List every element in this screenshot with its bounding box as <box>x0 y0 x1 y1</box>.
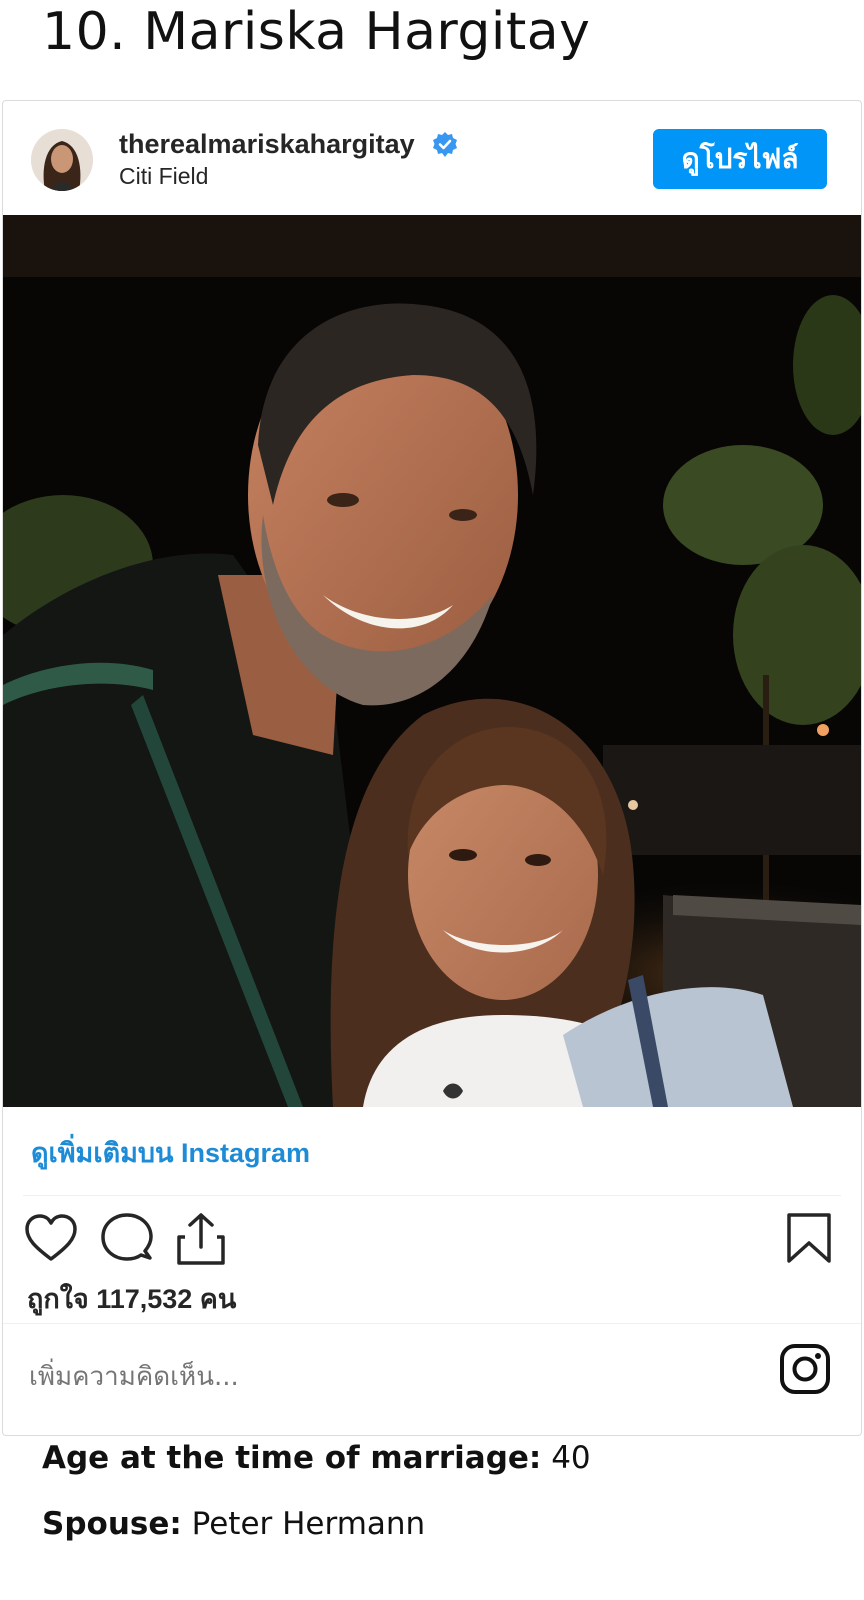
bookmark-icon[interactable] <box>781 1211 837 1267</box>
marriage-age-label: Age at the time of marriage: <box>42 1440 542 1476</box>
view-profile-button[interactable]: ดูโปรไฟล์ <box>653 129 827 189</box>
post-location[interactable]: Citi Field <box>119 163 208 190</box>
likes-count[interactable]: ถูกใจ 117,532 คน <box>27 1277 236 1320</box>
spouse-value: Peter Hermann <box>191 1506 426 1542</box>
marriage-age-line: Age at the time of marriage: 40 <box>42 1440 591 1476</box>
divider <box>3 1323 861 1324</box>
post-actions <box>3 1211 861 1271</box>
marriage-age-value: 40 <box>551 1440 591 1476</box>
share-icon[interactable] <box>173 1211 229 1267</box>
spouse-label: Spouse: <box>42 1506 182 1542</box>
avatar[interactable] <box>31 129 93 191</box>
post-header: therealmariskahargitay Citi Field ดูโปรไ… <box>3 101 861 216</box>
view-more-on-instagram-link[interactable]: ดูเพิ่มเติมบน Instagram <box>31 1131 310 1174</box>
instagram-icon[interactable] <box>779 1343 831 1395</box>
verified-badge-icon <box>433 132 457 157</box>
comment-icon[interactable] <box>99 1211 155 1267</box>
heart-icon[interactable] <box>23 1211 79 1267</box>
post-username[interactable]: therealmariskahargitay <box>119 129 415 160</box>
divider <box>23 1195 841 1196</box>
comment-input[interactable] <box>27 1351 731 1403</box>
instagram-embed: therealmariskahargitay Citi Field ดูโปรไ… <box>2 100 862 1436</box>
page-title: 10. Mariska Hargitay <box>42 2 591 62</box>
spouse-line: Spouse: Peter Hermann <box>42 1506 425 1542</box>
post-photo[interactable] <box>3 215 861 1107</box>
